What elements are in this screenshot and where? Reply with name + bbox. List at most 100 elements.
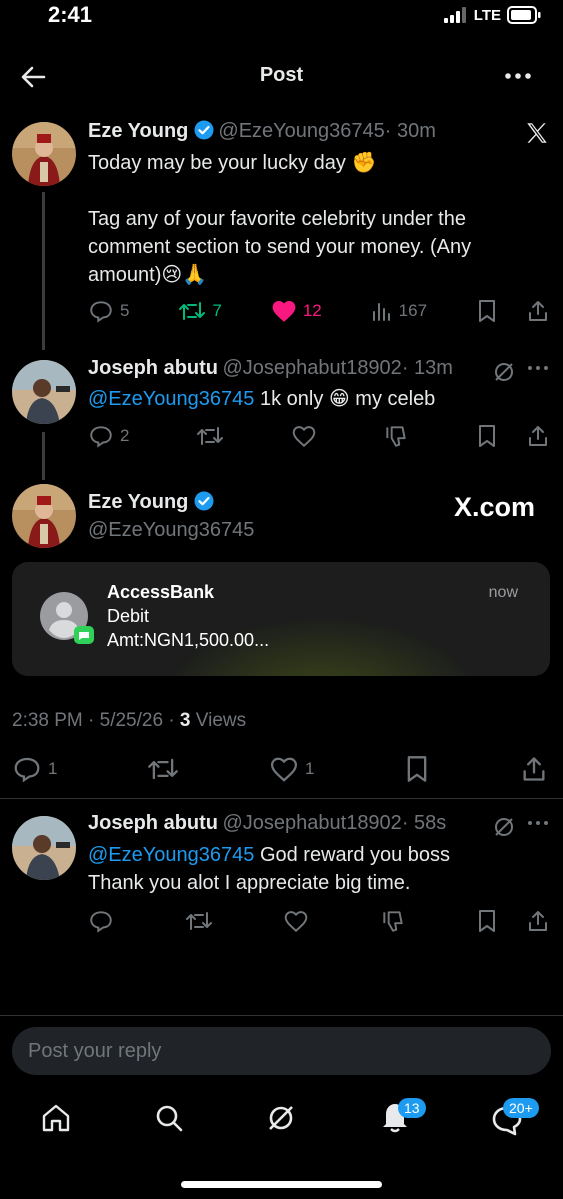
thread-line xyxy=(42,432,45,480)
reply-text-content: Thank you alot I appreciate big time. xyxy=(88,872,411,894)
reply-count: 1 xyxy=(48,759,58,778)
reply-count: 5 xyxy=(120,301,130,320)
notification-line: Debit xyxy=(107,606,150,626)
more-options-icon[interactable] xyxy=(503,66,533,86)
post-timestamp: 2:38 PM · 5/25/26 · 3 Views xyxy=(12,710,246,732)
grok-icon[interactable] xyxy=(492,815,516,839)
share-icon[interactable] xyxy=(520,755,548,783)
like-count: 12 xyxy=(302,301,322,320)
share-icon[interactable] xyxy=(526,299,550,323)
mention-link[interactable]: @EzeYoung36745 xyxy=(88,844,254,866)
reply-text: @EzeYoung36745 1k only 😁 my celeb xyxy=(88,385,435,413)
focus-actions: 1 1 xyxy=(12,754,548,784)
divider xyxy=(0,1015,563,1016)
views-icon xyxy=(372,303,390,321)
heart-icon xyxy=(270,757,298,782)
avatar[interactable] xyxy=(12,360,76,424)
x-logo-icon xyxy=(527,123,547,143)
verified-badge-icon xyxy=(194,491,214,511)
mention-link[interactable]: @EzeYoung36745 xyxy=(88,388,254,410)
dislike-icon[interactable] xyxy=(383,423,409,449)
repost-button[interactable]: 7 xyxy=(178,298,222,324)
like-button[interactable]: 12 xyxy=(271,299,322,323)
avatar[interactable] xyxy=(12,122,76,186)
notification-title: AccessBank xyxy=(107,582,215,602)
verified-badge-icon xyxy=(194,120,214,140)
timestamp-text: 2:38 PM · 5/25/26 · xyxy=(12,710,180,731)
contact-avatar-icon xyxy=(40,592,94,644)
avatar-image xyxy=(12,484,76,548)
views-label: Views xyxy=(190,710,247,731)
reply-button[interactable]: 1 xyxy=(12,754,57,784)
share-icon[interactable] xyxy=(526,909,550,933)
messages-badge: 20+ xyxy=(503,1098,539,1118)
author-name[interactable]: Joseph abutu xyxy=(88,357,218,379)
more-options-icon[interactable] xyxy=(527,364,549,372)
like-button[interactable]: 1 xyxy=(269,755,314,783)
page-title: Post xyxy=(259,64,304,86)
post-header: Eze Young @EzeYoung36745· 30m xyxy=(88,120,436,143)
reply-header: Joseph abutu @Josephabut18902· 58s xyxy=(88,812,446,835)
post-text: Today may be your lucky day ✊ Tag any of… xyxy=(88,149,548,289)
reply-button[interactable]: 2 xyxy=(88,423,129,449)
bookmark-icon[interactable] xyxy=(476,424,498,448)
post-extra-actions xyxy=(476,909,550,933)
home-indicator xyxy=(181,1181,382,1188)
heart-icon[interactable] xyxy=(283,909,309,933)
repost-icon[interactable] xyxy=(185,908,213,934)
author-handle[interactable]: @EzeYoung36745 xyxy=(88,519,254,542)
bookmark-icon[interactable] xyxy=(476,299,498,323)
author-handle[interactable]: @Josephabut18902 xyxy=(222,812,401,834)
post-actions: 5 7 12 167 xyxy=(88,298,550,324)
post-text-line: Tag any of your favorite celebrity under… xyxy=(88,208,466,230)
author-name[interactable]: Joseph abutu xyxy=(88,812,218,834)
views-count[interactable]: 3 xyxy=(180,710,191,731)
network-type: LTE xyxy=(473,6,501,24)
reply-count: 2 xyxy=(120,426,130,445)
post-image[interactable]: AccessBank Debit Amt:NGN1,500.00... now xyxy=(12,562,550,676)
like-count: 1 xyxy=(305,759,315,778)
post-time: · 13m xyxy=(401,357,453,379)
reply-text-content: God reward you boss xyxy=(254,844,451,866)
post-extra-actions xyxy=(476,299,550,323)
notification-amount: Amt:NGN1,500.00... xyxy=(107,630,270,650)
repost-icon[interactable] xyxy=(147,754,179,784)
home-icon[interactable] xyxy=(40,1102,72,1134)
notifications-badge: 13 xyxy=(398,1098,426,1118)
views-button[interactable]: 167 xyxy=(371,300,427,322)
share-icon[interactable] xyxy=(526,424,550,448)
repost-icon[interactable] xyxy=(196,423,224,449)
grok-tab-icon[interactable] xyxy=(265,1102,297,1134)
bookmark-icon[interactable] xyxy=(404,755,430,783)
avatar[interactable] xyxy=(12,816,76,880)
reply-icon xyxy=(14,757,40,783)
avatar-image xyxy=(12,360,76,424)
bookmark-icon[interactable] xyxy=(476,909,498,933)
dislike-icon[interactable] xyxy=(380,908,406,934)
thread-line xyxy=(42,192,45,350)
author-handle[interactable]: @Josephabut18902 xyxy=(222,357,401,379)
reply-header: Joseph abutu @Josephabut18902· 13m xyxy=(88,357,453,380)
author-handle[interactable]: @EzeYoung36745 xyxy=(218,120,384,142)
battery-icon xyxy=(507,6,541,24)
post-text-line: amount)😢🙏 xyxy=(88,264,208,286)
watermark: X.com xyxy=(454,492,536,522)
avatar-image xyxy=(12,122,76,186)
post-extra-actions xyxy=(476,424,550,448)
reply-button[interactable]: 5 xyxy=(88,298,129,324)
post-text-line: Today may be your lucky day ✊ xyxy=(88,152,377,174)
status-time: 2:41 xyxy=(48,2,93,27)
reply-icon xyxy=(90,426,112,448)
reply-text: @EzeYoung36745 God reward you boss Thank… xyxy=(88,841,548,897)
more-options-icon[interactable] xyxy=(527,819,549,827)
reply-icon xyxy=(90,301,112,323)
search-icon[interactable] xyxy=(153,1102,185,1134)
heart-icon[interactable] xyxy=(291,424,317,448)
repost-count: 7 xyxy=(212,301,222,320)
avatar[interactable] xyxy=(12,484,76,548)
status-indicators: LTE xyxy=(443,6,541,24)
author-name[interactable]: Eze Young xyxy=(88,491,188,513)
grok-icon[interactable] xyxy=(492,360,516,384)
reply-icon[interactable] xyxy=(88,908,114,934)
author-name[interactable]: Eze Young xyxy=(88,120,188,142)
